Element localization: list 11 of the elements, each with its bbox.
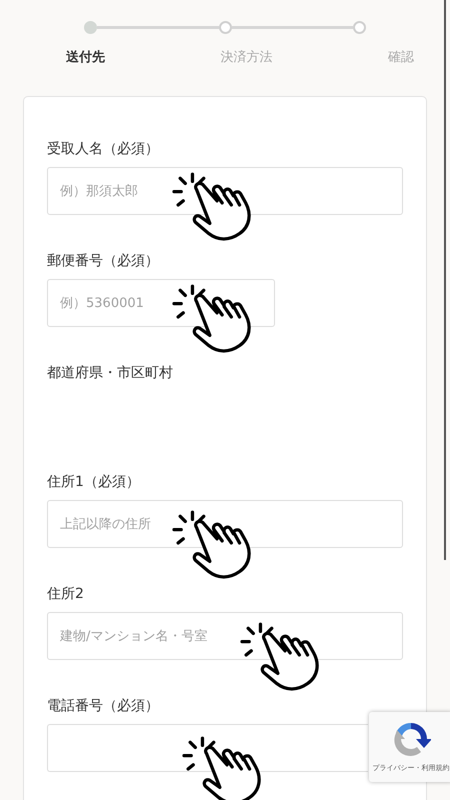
- input-field[interactable]: 上記以降の住所: [47, 500, 403, 548]
- field-label: 郵便番号（必須）: [47, 252, 160, 271]
- input-field[interactable]: 例）那須太郎: [47, 167, 403, 215]
- field-label: 受取人名（必須）: [47, 140, 160, 159]
- input-field[interactable]: 建物/マンション名・号室: [47, 612, 403, 660]
- field-label: 電話番号（必須）: [47, 697, 160, 716]
- step-label[interactable]: 送付先: [66, 48, 105, 66]
- field-label: 住所2: [47, 585, 85, 604]
- field-label: 都道府県・市区町村: [47, 364, 174, 383]
- field-label: 住所1（必須）: [47, 473, 141, 492]
- input-field[interactable]: [47, 724, 368, 772]
